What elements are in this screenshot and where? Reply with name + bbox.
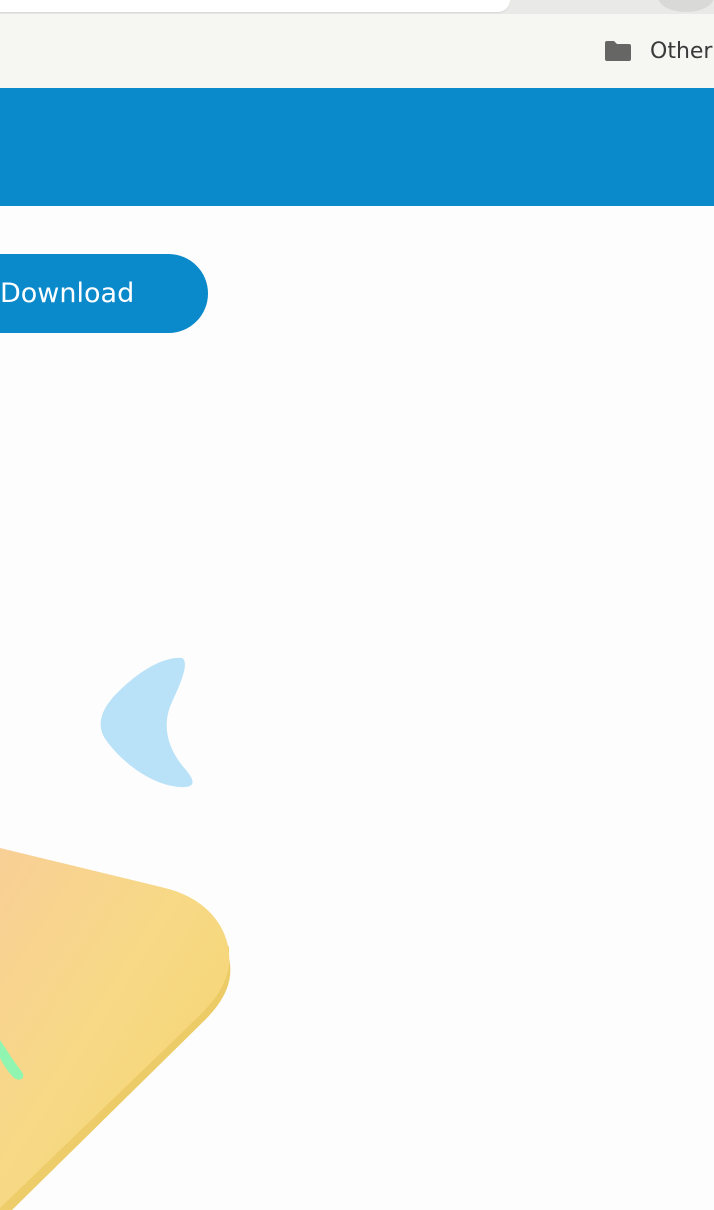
browser-toolbar: [0, 0, 714, 14]
profile-avatar[interactable]: [658, 0, 714, 12]
page: Other Download: [0, 0, 714, 1210]
hero-illustration: [0, 657, 231, 1210]
address-bar[interactable]: [0, 0, 510, 12]
download-button[interactable]: Download: [0, 254, 208, 333]
bookmark-other-folder[interactable]: Other: [604, 36, 712, 66]
bookmark-other-label: Other: [650, 38, 713, 64]
blue-blob-shape: [100, 657, 193, 788]
bookmarks-bar: Other: [0, 14, 714, 88]
folder-icon: [605, 41, 631, 61]
site-header: [0, 88, 714, 206]
